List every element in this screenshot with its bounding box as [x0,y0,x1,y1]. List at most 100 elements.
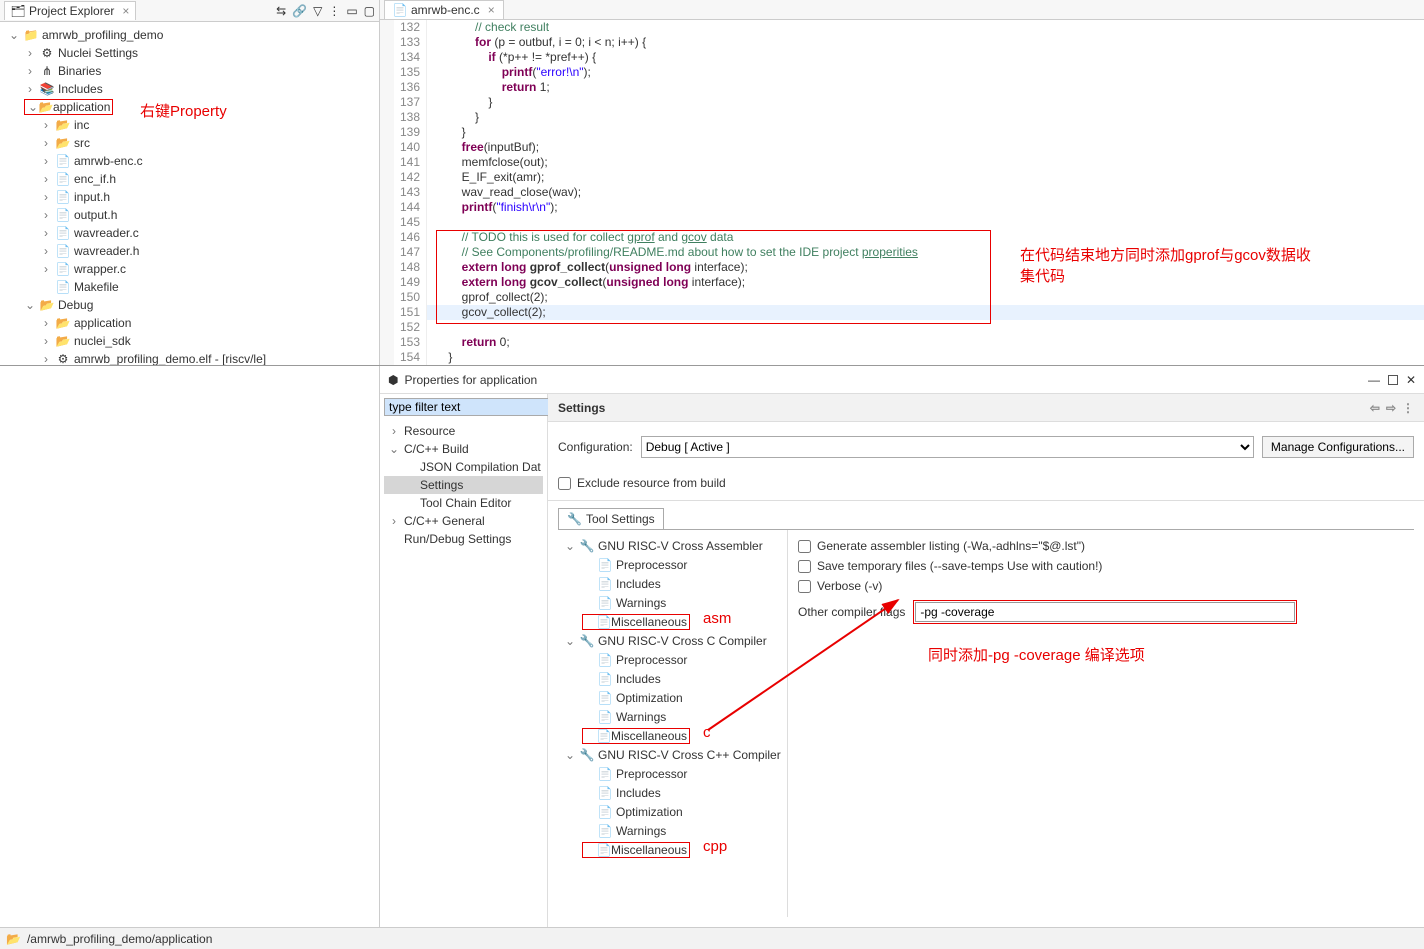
tree-item[interactable]: 📄Makefile [8,278,375,296]
code-line[interactable]: } [427,110,1424,125]
code-line[interactable]: E_IF_exit(amr); [427,170,1424,185]
save-temps-checkbox[interactable] [798,560,811,573]
tree-item[interactable]: ›⋔Binaries [8,62,375,80]
manage-configurations-button[interactable]: Manage Configurations... [1262,436,1414,458]
minimize-icon[interactable]: ▭ [346,4,357,18]
tree-item[interactable]: ›📄input.h [8,188,375,206]
code-line[interactable]: } [427,125,1424,140]
filter-input[interactable] [384,398,549,416]
code-line[interactable]: } [427,350,1424,365]
other-flags-input[interactable] [915,602,1295,622]
expand-icon[interactable]: › [40,136,52,150]
back-icon[interactable]: ⇦ [1370,401,1380,415]
tree-item[interactable]: ›📄output.h [8,206,375,224]
expand-icon[interactable]: › [40,190,52,204]
code-line[interactable]: if (*p++ != *pref++) { [427,50,1424,65]
expand-icon[interactable]: › [40,352,52,365]
expand-icon[interactable]: › [40,208,52,222]
expand-icon[interactable]: ⌄ [27,100,39,114]
expand-icon[interactable]: › [388,424,400,438]
collapse-all-icon[interactable]: ⇆ [276,4,286,18]
code-line[interactable]: printf("finish\r\n"); [427,200,1424,215]
tool-tree-item[interactable]: 📄Includes [560,783,785,802]
tree-item[interactable]: ›⚙Nuclei Settings [8,44,375,62]
close-icon[interactable]: × [488,3,495,17]
code-line[interactable]: free(inputBuf); [427,140,1424,155]
expand-icon[interactable]: › [40,172,52,186]
expand-icon[interactable]: ⌄ [564,748,576,762]
code-line[interactable] [427,215,1424,230]
code-line[interactable]: memfclose(out); [427,155,1424,170]
expand-icon[interactable]: › [24,64,36,78]
exclude-resource-checkbox[interactable] [558,477,571,490]
close-icon[interactable]: ✕ [1406,373,1416,387]
tree-item[interactable]: ⌄📂Debug [8,296,375,314]
project-explorer-tree[interactable]: ⌄📁amrwb_profiling_demo›⚙Nuclei Settings›… [0,22,379,365]
expand-icon[interactable]: › [24,46,36,60]
tree-item[interactable]: ›📄amrwb-enc.c [8,152,375,170]
code-line[interactable]: } [427,95,1424,110]
expand-icon[interactable]: › [40,334,52,348]
tree-item[interactable]: ›📄enc_if.h [8,170,375,188]
expand-icon[interactable]: ⌄ [8,28,20,42]
tool-tree-item[interactable]: 📄Preprocessor [560,555,785,574]
expand-icon[interactable]: › [388,514,400,528]
editor-tab[interactable]: 📄 amrwb-enc.c × [384,0,504,19]
tool-tree-item[interactable]: 📄Miscellaneous [560,840,785,859]
filter-icon[interactable]: ▽ [313,4,322,18]
tree-item[interactable]: ›📄wavreader.h [8,242,375,260]
forward-icon[interactable]: ⇨ [1386,401,1396,415]
properties-titlebar[interactable]: ⬢ Properties for application — ✕ [380,366,1424,394]
maximize-icon[interactable]: ▢ [364,4,375,18]
tree-item[interactable]: ›📂nuclei_sdk [8,332,375,350]
line-number: 153 [394,335,426,350]
tool-tree-item[interactable]: ⌄🔧GNU RISC-V Cross Assembler [560,536,785,555]
expand-icon[interactable]: › [40,244,52,258]
menu-icon[interactable]: ⋮ [1402,401,1414,415]
code-editor[interactable]: 1321331341351361371381391401411421431441… [380,20,1424,365]
tree-item[interactable]: ›📂application [8,314,375,332]
expand-icon[interactable]: › [40,118,52,132]
nav-item[interactable]: Settings [384,476,543,494]
view-menu-icon[interactable]: ⋮ [328,4,340,18]
nav-item[interactable]: JSON Compilation Dat [384,458,543,476]
gen-asm-listing-checkbox[interactable] [798,540,811,553]
nav-item[interactable]: Tool Chain Editor [384,494,543,512]
code-line[interactable]: for (p = outbuf, i = 0; i < n; i++) { [427,35,1424,50]
code-line[interactable]: return 1; [427,80,1424,95]
maximize-icon[interactable] [1388,375,1398,385]
code-line[interactable]: printf("error!\n"); [427,65,1424,80]
nav-item[interactable]: Run/Debug Settings [384,530,543,548]
tree-item[interactable]: ›📄wavreader.c [8,224,375,242]
code-line[interactable]: return 0; [427,335,1424,350]
project-explorer-tab[interactable]: 🗂 Project Explorer × [4,1,136,20]
tree-item[interactable]: ›⚙amrwb_profiling_demo.elf - [riscv/le] [8,350,375,365]
expand-icon[interactable]: ⌄ [388,442,400,456]
tree-item[interactable]: ⌄📁amrwb_profiling_demo [8,26,375,44]
nav-item[interactable]: ›C/C++ General [384,512,543,530]
configuration-select[interactable]: Debug [ Active ] [641,436,1254,458]
expand-icon[interactable]: › [40,316,52,330]
tool-settings-tab[interactable]: 🔧 Tool Settings [558,508,664,530]
tree-item[interactable]: ›📚Includes [8,80,375,98]
nav-item[interactable]: ⌄C/C++ Build [384,440,543,458]
tool-tree-item[interactable]: 📄Warnings [560,821,785,840]
expand-icon[interactable]: › [40,262,52,276]
properties-nav-tree[interactable]: ›Resource⌄C/C++ BuildJSON Compilation Da… [384,422,543,548]
expand-icon[interactable]: › [24,82,36,96]
expand-icon[interactable]: ⌄ [24,298,36,312]
tree-item[interactable]: ›📂src [8,134,375,152]
nav-item[interactable]: ›Resource [384,422,543,440]
expand-icon[interactable]: ⌄ [564,634,576,648]
tool-tree-item[interactable]: 📄Optimization [560,802,785,821]
minimize-icon[interactable]: — [1368,373,1380,387]
close-icon[interactable]: × [122,4,129,18]
tree-item[interactable]: ›📄wrapper.c [8,260,375,278]
expand-icon[interactable]: › [40,226,52,240]
link-editor-icon[interactable]: 🔗 [292,4,307,18]
expand-icon[interactable]: › [40,154,52,168]
expand-icon[interactable]: ⌄ [564,539,576,553]
code-line[interactable]: wav_read_close(wav); [427,185,1424,200]
code-line[interactable]: // check result [427,20,1424,35]
tool-tree-item[interactable]: 📄Preprocessor [560,764,785,783]
